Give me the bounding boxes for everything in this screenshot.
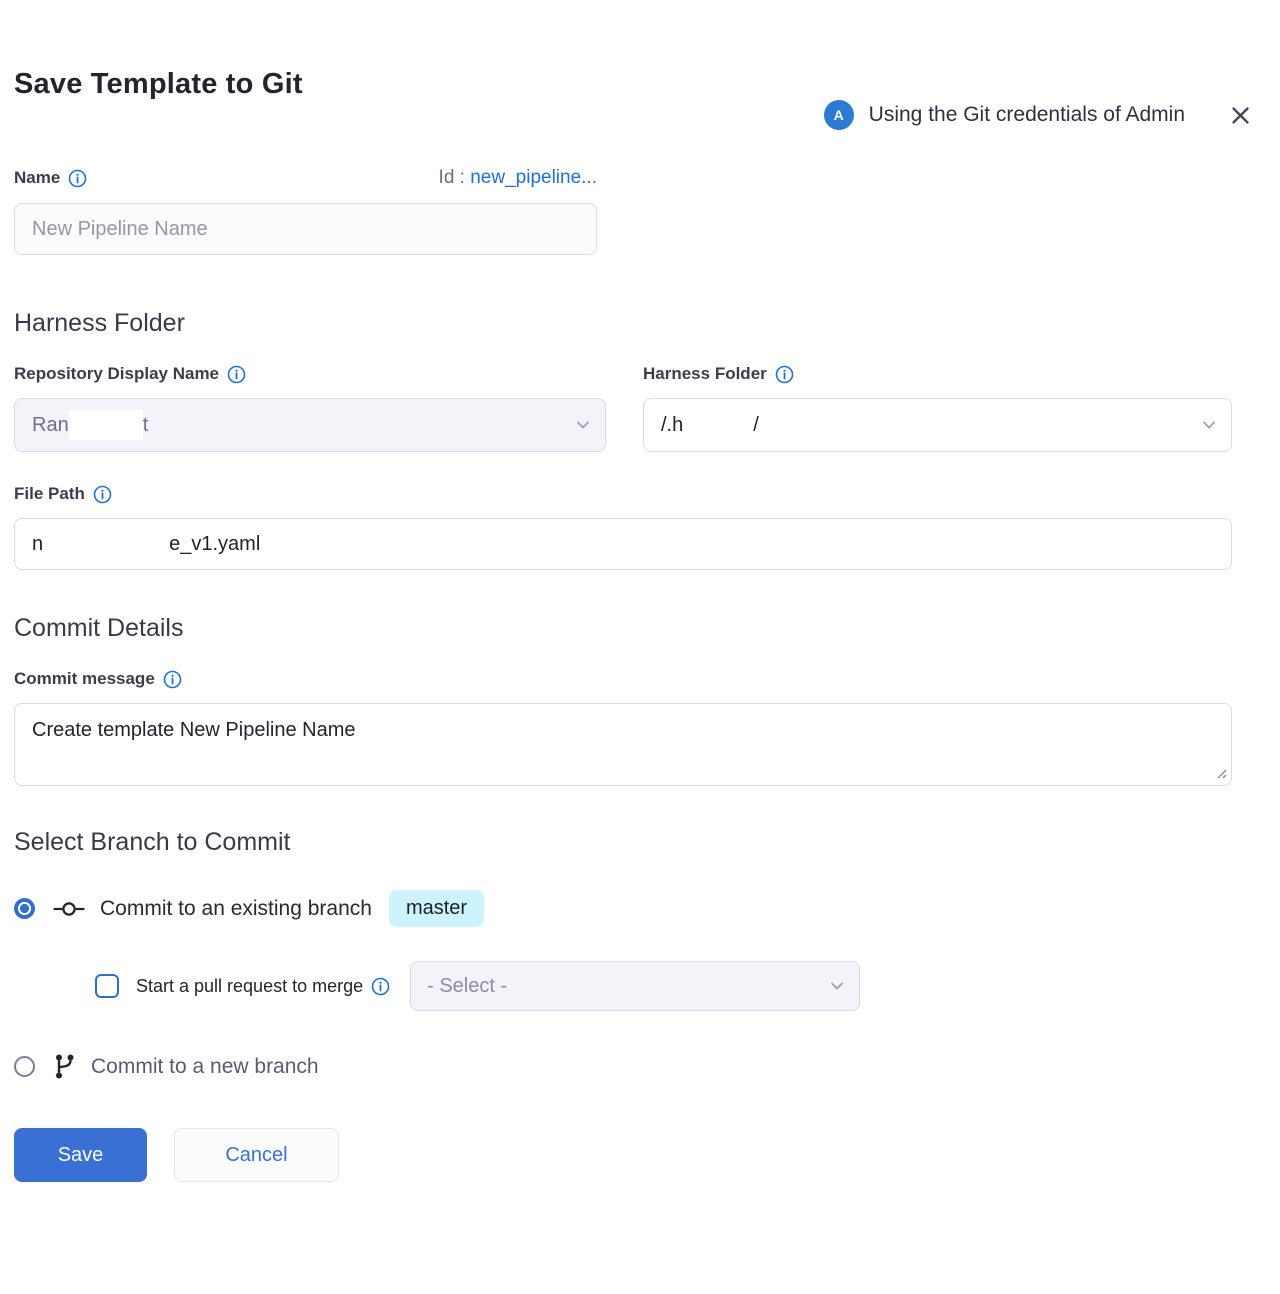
target-branch-placeholder: - Select - xyxy=(427,975,507,998)
chevron-down-icon[interactable] xyxy=(828,977,846,995)
file-path-input[interactable]: n e_v1.yaml xyxy=(14,518,1232,570)
redaction-box xyxy=(69,410,143,440)
name-label: Name xyxy=(14,168,87,188)
pull-request-checkbox[interactable] xyxy=(95,974,119,998)
pull-request-label: Start a pull request to merge xyxy=(136,976,363,997)
git-commit-icon xyxy=(52,898,86,920)
repository-value-prefix: Ran xyxy=(32,414,69,437)
repository-label: Repository Display Name xyxy=(14,364,606,384)
harness-folder-label: Harness Folder xyxy=(643,364,1232,384)
commit-message-textarea[interactable]: Create template New Pipeline Name xyxy=(14,703,1232,786)
info-icon[interactable] xyxy=(227,365,246,384)
file-path-label: File Path xyxy=(14,484,1232,504)
harness-folder-select[interactable]: /.h / xyxy=(643,398,1232,452)
repository-label-text: Repository Display Name xyxy=(14,364,219,384)
id-link[interactable]: new_pipeline... xyxy=(470,167,597,188)
repository-select[interactable]: Ran t xyxy=(14,398,606,452)
avatar: A xyxy=(824,100,854,130)
branch-tag: master xyxy=(389,890,484,927)
commit-details-heading: Commit Details xyxy=(14,614,1232,643)
info-icon[interactable] xyxy=(68,169,87,188)
page-title: Save Template to Git xyxy=(14,68,1232,101)
file-path-label-text: File Path xyxy=(14,484,85,504)
info-icon[interactable] xyxy=(775,365,794,384)
save-button[interactable]: Save xyxy=(14,1128,147,1182)
commit-message-label-text: Commit message xyxy=(14,669,155,689)
new-branch-radio[interactable] xyxy=(14,1056,35,1077)
commit-message-label: Commit message xyxy=(14,669,1232,689)
harness-folder-label-text: Harness Folder xyxy=(643,364,767,384)
close-button[interactable] xyxy=(1229,104,1252,127)
pipeline-name-input[interactable] xyxy=(14,203,597,255)
resize-handle-icon[interactable] xyxy=(1214,766,1228,780)
target-branch-select[interactable]: - Select - xyxy=(410,961,860,1011)
folder-value-suffix: / xyxy=(753,414,759,437)
existing-branch-radio[interactable] xyxy=(14,898,35,919)
file-path-value-prefix: n xyxy=(32,533,43,556)
select-branch-heading: Select Branch to Commit xyxy=(14,828,1232,857)
redaction-box xyxy=(43,529,169,559)
redaction-box xyxy=(683,410,753,440)
cancel-button[interactable]: Cancel xyxy=(174,1128,339,1182)
info-icon[interactable] xyxy=(93,485,112,504)
file-path-value-suffix: e_v1.yaml xyxy=(169,533,260,556)
close-icon xyxy=(1229,104,1252,127)
git-branch-icon xyxy=(53,1053,76,1080)
credentials-text: Using the Git credentials of Admin xyxy=(869,103,1185,127)
chevron-down-icon[interactable] xyxy=(574,416,592,434)
git-credentials-bar: A Using the Git credentials of Admin xyxy=(824,100,1252,130)
harness-folder-heading: Harness Folder xyxy=(14,309,1232,338)
name-label-text: Name xyxy=(14,168,60,188)
info-icon[interactable] xyxy=(371,977,390,996)
new-branch-label: Commit to a new branch xyxy=(91,1055,319,1079)
chevron-down-icon[interactable] xyxy=(1200,416,1218,434)
info-icon[interactable] xyxy=(163,670,182,689)
repository-value-suffix: t xyxy=(143,414,149,437)
existing-branch-label: Commit to an existing branch xyxy=(100,897,372,921)
id-prefix: Id : xyxy=(439,167,465,188)
template-id: Id : new_pipeline... xyxy=(439,167,597,189)
folder-value-prefix: /.h xyxy=(661,414,683,437)
